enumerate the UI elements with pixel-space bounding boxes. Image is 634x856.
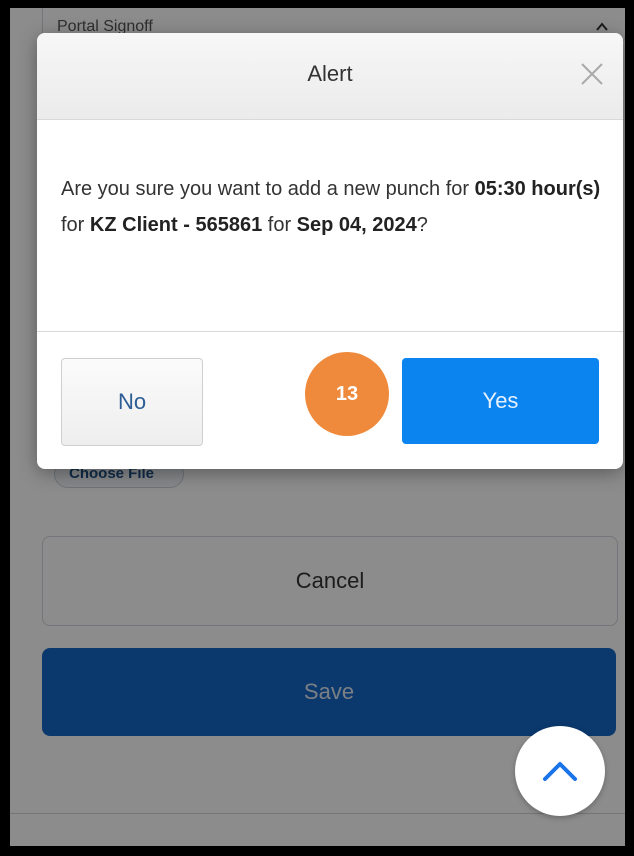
message-mid-2: for <box>262 214 297 236</box>
app-frame: Portal Signoff Choose File Cancel Save A… <box>10 8 625 846</box>
dialog-footer: No 13 Yes <box>37 331 623 469</box>
message-suffix: ? <box>416 214 428 236</box>
message-hours: 05:30 hour(s) <box>474 178 601 200</box>
yes-button[interactable]: Yes <box>402 358 599 444</box>
dialog-title: Alert <box>307 61 353 86</box>
alert-dialog: Alert Are you sure you want to add a new… <box>37 33 623 469</box>
message-date: Sep 04, 2024 <box>296 214 417 236</box>
close-icon[interactable] <box>579 61 605 87</box>
step-badge: 13 <box>305 352 389 436</box>
message-mid-1: for <box>61 214 90 236</box>
message-client: KZ Client - 565861 <box>89 214 263 236</box>
dialog-header: Alert <box>37 33 623 120</box>
no-button[interactable]: No <box>61 358 203 446</box>
message-prefix: Are you sure you want to add a new punch… <box>61 178 475 200</box>
chevron-up-icon <box>543 762 577 781</box>
dialog-message: Are you sure you want to add a new punch… <box>61 171 603 243</box>
scroll-to-top-button[interactable] <box>515 726 605 816</box>
